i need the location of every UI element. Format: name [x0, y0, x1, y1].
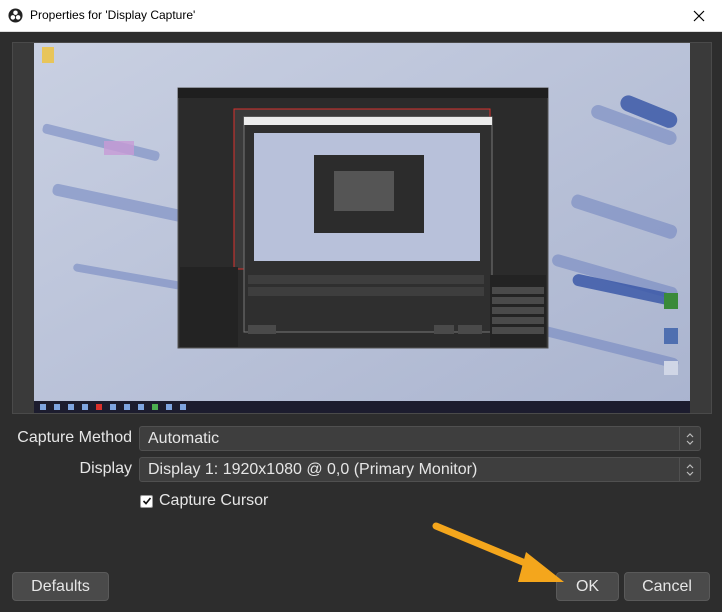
window-title: Properties for 'Display Capture': [30, 8, 196, 22]
up-down-arrows-icon: [679, 458, 700, 481]
capture-cursor-label: Capture Cursor: [159, 492, 269, 509]
display-label: Display: [79, 460, 132, 477]
capture-method-select[interactable]: Automatic: [139, 426, 701, 451]
title-bar: Properties for 'Display Capture': [0, 0, 722, 32]
display-value: Display 1: 1920x1080 @ 0,0 (Primary Moni…: [148, 461, 478, 478]
cancel-button[interactable]: Cancel: [624, 572, 710, 601]
display-capture-preview: [34, 43, 690, 413]
preview-area: [12, 42, 712, 414]
arrow-pointer-icon: [432, 522, 564, 582]
capture-cursor-checkbox[interactable]: [140, 494, 153, 508]
close-icon: [693, 10, 705, 21]
properties-dialog: Capture Method Automatic Display Display…: [0, 32, 722, 612]
obs-app-icon: [8, 8, 23, 23]
display-select[interactable]: Display 1: 1920x1080 @ 0,0 (Primary Moni…: [139, 457, 701, 482]
capture-cursor-option[interactable]: Capture Cursor: [140, 491, 268, 511]
capture-method-label: Capture Method: [17, 429, 132, 446]
capture-method-value: Automatic: [148, 430, 220, 447]
checkmark-icon: [142, 497, 151, 505]
close-button[interactable]: [676, 0, 722, 31]
up-down-arrows-icon: [679, 427, 700, 450]
defaults-button[interactable]: Defaults: [12, 572, 109, 601]
